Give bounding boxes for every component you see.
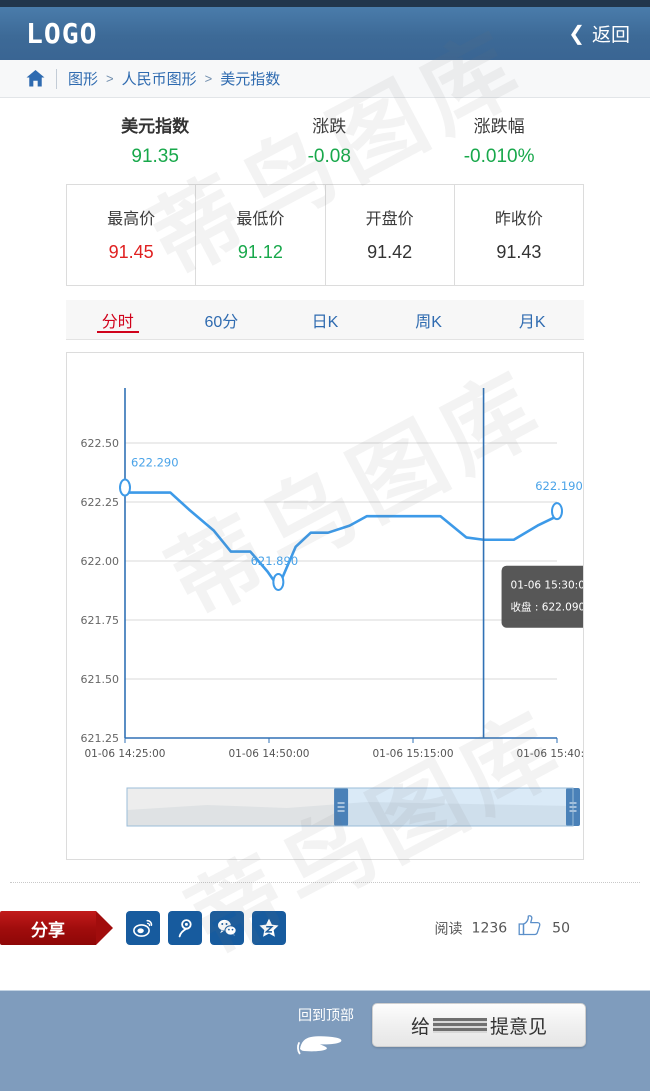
quote-change-pct-label: 涨跌幅 bbox=[473, 117, 525, 136]
svg-text:01-06 15:40:00: 01-06 15:40:00 bbox=[516, 748, 583, 760]
stat-label-low: 最低价 bbox=[236, 211, 285, 228]
page-footer: 回到顶部 给 提意见 bbox=[0, 990, 650, 1091]
tab-weekly-k[interactable]: 周K bbox=[377, 300, 481, 339]
app-header: LOGO ❮ 返回 bbox=[0, 7, 650, 60]
back-to-top-button[interactable]: 回到顶部 bbox=[296, 1003, 356, 1062]
stat-value-high: 91.45 bbox=[108, 242, 154, 262]
qzone-icon[interactable] bbox=[252, 911, 286, 945]
chart-card: 622.50 622.25 622.00 621.75 621.50 621.25 01-0… bbox=[66, 352, 584, 860]
section-divider bbox=[10, 882, 640, 883]
wechat-icon[interactable] bbox=[210, 911, 244, 945]
tab-fenshi[interactable]: 分时 bbox=[66, 300, 170, 339]
top-accent-strip bbox=[0, 0, 650, 7]
svg-text:01-06 14:50:00: 01-06 14:50:00 bbox=[228, 748, 309, 760]
breadcrumb-separator-0: > bbox=[106, 71, 114, 86]
breadcrumb-item-2[interactable]: 美元指数 bbox=[220, 68, 280, 89]
share-bar: 分享 阅读 1236 50 bbox=[0, 905, 650, 951]
svg-text:621.75: 621.75 bbox=[81, 614, 120, 627]
quote-change-pct-block: 涨跌幅 -0.010% bbox=[414, 112, 584, 168]
breadcrumb-divider bbox=[56, 68, 57, 89]
chevron-left-icon: ❮ bbox=[568, 22, 585, 45]
quote-name-block: 美元指数 91.35 bbox=[66, 112, 244, 168]
svg-text:622.190: 622.190 bbox=[535, 479, 583, 493]
back-button-label: 返回 bbox=[591, 25, 630, 46]
svg-text:622.00: 622.00 bbox=[81, 555, 120, 568]
redacted-brand bbox=[433, 1017, 487, 1033]
feedback-prefix-label: 给 bbox=[410, 1016, 430, 1038]
feedback-suffix-label: 提意见 bbox=[490, 1016, 548, 1038]
quote-name-label: 美元指数 bbox=[121, 117, 190, 136]
stat-cell-low: 最低价 91.12 bbox=[196, 185, 326, 285]
quote-summary: 美元指数 91.35 涨跌 -0.08 涨跌幅 -0.010% bbox=[66, 98, 584, 178]
read-count: 1236 bbox=[471, 920, 508, 936]
quote-change-label: 涨跌 bbox=[312, 117, 347, 136]
feedback-button[interactable]: 给 提意见 bbox=[372, 1003, 586, 1047]
svg-text:622.290: 622.290 bbox=[131, 456, 179, 470]
home-icon[interactable] bbox=[26, 70, 45, 87]
svg-text:收盘 : 622.090: 收盘 : 622.090 bbox=[511, 601, 583, 614]
renren-icon[interactable] bbox=[168, 911, 202, 945]
stat-value-low: 91.12 bbox=[237, 242, 283, 262]
main-content: 美元指数 91.35 涨跌 -0.08 涨跌幅 -0.010% 最高价 91.4… bbox=[0, 98, 650, 951]
tab-daily-k[interactable]: 日K bbox=[273, 300, 377, 339]
stat-value-open: 91.42 bbox=[367, 242, 413, 262]
share-tag[interactable]: 分享 bbox=[0, 911, 113, 945]
price-line-chart[interactable]: 622.50 622.25 622.00 621.75 621.50 621.25 01-0… bbox=[67, 353, 583, 859]
chart-period-tabs: 分时 60分 日K 周K 月K bbox=[66, 300, 584, 340]
share-tag-label: 分享 bbox=[31, 920, 65, 940]
svg-text:622.50: 622.50 bbox=[81, 437, 120, 450]
tab-60min[interactable]: 60分 bbox=[170, 300, 274, 339]
engagement-stats: 阅读 1236 50 bbox=[435, 914, 570, 943]
quote-stats-table: 最高价 91.45 最低价 91.12 开盘价 91.42 昨收价 91.43 bbox=[66, 184, 584, 286]
quote-change-pct-value: -0.010% bbox=[463, 146, 535, 167]
back-button[interactable]: ❮ 返回 bbox=[568, 20, 630, 47]
breadcrumb-separator-1: > bbox=[204, 71, 213, 86]
svg-text:01-06 15:30:00: 01-06 15:30:00 bbox=[511, 580, 583, 592]
svg-text:621.25: 621.25 bbox=[81, 732, 120, 745]
svg-text:622.25: 622.25 bbox=[81, 496, 120, 509]
stat-cell-prev-close: 昨收价 91.43 bbox=[455, 185, 583, 285]
social-icon-group bbox=[126, 911, 286, 945]
weibo-icon[interactable] bbox=[126, 911, 160, 945]
svg-text:01-06 14:25:00: 01-06 14:25:00 bbox=[84, 748, 165, 760]
quote-change-block: 涨跌 -0.08 bbox=[244, 112, 414, 168]
breadcrumb-item-0[interactable]: 图形 bbox=[68, 68, 98, 89]
svg-text:621.890: 621.890 bbox=[251, 554, 299, 568]
breadcrumb: 图形 > 人民币图形 > 美元指数 bbox=[0, 60, 650, 98]
quote-price-value: 91.35 bbox=[131, 146, 179, 167]
pointing-hand-icon bbox=[296, 1036, 356, 1061]
stat-label-prev-close: 昨收价 bbox=[494, 211, 543, 228]
page-root: LOGO ❮ 返回 图形 > 人民币图形 > 美元指数 美元指数 91.35 涨… bbox=[0, 0, 650, 1091]
stat-label-open: 开盘价 bbox=[365, 211, 414, 228]
breadcrumb-item-1[interactable]: 人民币图形 bbox=[122, 68, 197, 89]
read-label: 阅读 bbox=[434, 921, 463, 937]
svg-text:01-06 15:15:00: 01-06 15:15:00 bbox=[373, 748, 454, 760]
back-to-top-label: 回到顶部 bbox=[298, 1007, 354, 1023]
thumbs-up-icon[interactable] bbox=[516, 914, 543, 943]
stat-value-prev-close: 91.43 bbox=[496, 242, 542, 262]
like-count: 50 bbox=[552, 920, 570, 936]
svg-text:621.50: 621.50 bbox=[81, 673, 120, 686]
stat-cell-open: 开盘价 91.42 bbox=[326, 185, 455, 285]
logo[interactable]: LOGO bbox=[26, 17, 97, 50]
stat-cell-high: 最高价 91.45 bbox=[67, 185, 197, 285]
stat-label-high: 最高价 bbox=[107, 211, 156, 228]
quote-change-value: -0.08 bbox=[307, 146, 351, 167]
tab-monthly-k[interactable]: 月K bbox=[480, 300, 584, 339]
